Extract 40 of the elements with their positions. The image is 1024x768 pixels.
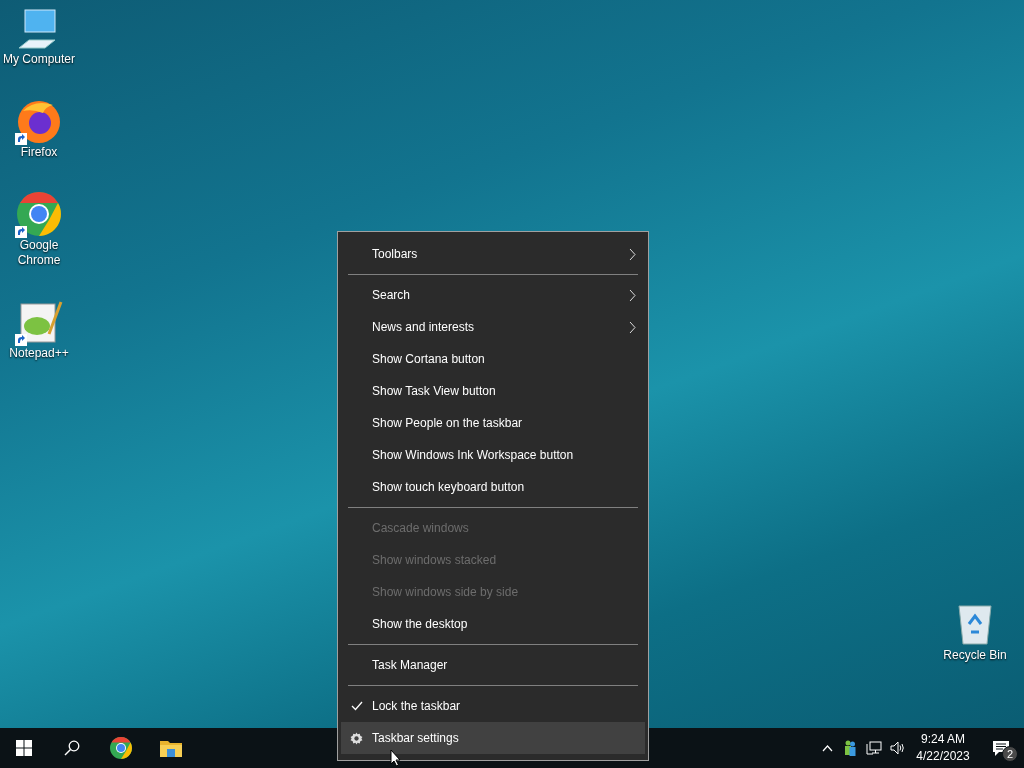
chevron-right-icon [629, 320, 636, 334]
chrome-icon [109, 736, 133, 760]
chrome-icon [15, 190, 63, 238]
chevron-right-icon [629, 288, 636, 302]
windows-logo-icon [16, 740, 32, 756]
search-icon [64, 740, 80, 756]
mouse-pointer-icon [390, 749, 401, 767]
shortcut-arrow-icon [15, 334, 27, 346]
menu-item[interactable]: News and interests [341, 311, 645, 343]
desktop-shortcut[interactable]: Notepad++ [0, 298, 78, 361]
desktop-shortcut[interactable]: Firefox [0, 97, 78, 160]
shortcut-arrow-icon [15, 226, 27, 238]
recycle-bin-icon [955, 602, 995, 646]
menu-item[interactable]: Task Manager [341, 649, 645, 681]
chevron-right-icon [629, 247, 636, 261]
desktop-shortcut[interactable]: Google Chrome [0, 190, 78, 268]
folder-icon [160, 739, 182, 757]
network-icon [866, 741, 882, 755]
desktop-shortcut[interactable]: Recycle Bin [940, 602, 1010, 664]
clock[interactable]: 9:24 AM 4/22/2023 [908, 728, 978, 768]
desktop-shortcut[interactable]: My Computer [0, 8, 78, 67]
chevron-up-icon [821, 744, 833, 752]
notification-count-badge: 2 [1002, 746, 1018, 762]
gear-icon [350, 731, 363, 745]
menu-item[interactable]: Lock the taskbar [341, 690, 645, 722]
menu-item[interactable]: Show the desktop [341, 608, 645, 640]
menu-item[interactable]: Show Windows Ink Workspace button [341, 439, 645, 471]
notifications-button[interactable]: 2 [978, 728, 1024, 768]
menu-item[interactable]: Taskbar settings [341, 722, 645, 754]
date-text: 4/22/2023 [916, 748, 970, 765]
time-text: 9:24 AM [921, 731, 965, 748]
speaker-icon [889, 741, 905, 755]
menu-item[interactable]: Search [341, 279, 645, 311]
menu-item[interactable]: Show Task View button [341, 375, 645, 407]
menu-item[interactable]: Show touch keyboard button [341, 471, 645, 503]
menu-item[interactable]: Show People on the taskbar [341, 407, 645, 439]
menu-item[interactable]: Toolbars [341, 238, 645, 270]
menu-item[interactable]: Show Cortana button [341, 343, 645, 375]
shortcut-arrow-icon [15, 133, 27, 145]
people-icon [844, 740, 856, 756]
